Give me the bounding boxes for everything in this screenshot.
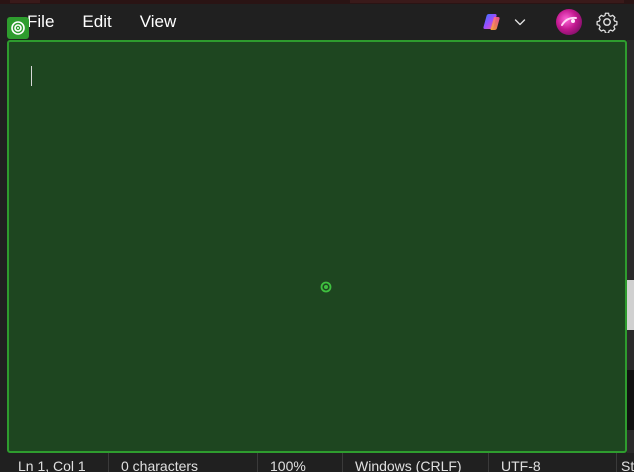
status-bar: Ln 1, Col 1 0 characters 100% Windows (C… (0, 453, 634, 472)
menu-view[interactable]: View (126, 4, 191, 40)
avatar-art-icon (561, 16, 577, 26)
window-edge (627, 40, 634, 460)
tab-edge-left (10, 0, 40, 3)
text-editor-area[interactable] (7, 40, 627, 453)
menu-edit[interactable]: Edit (68, 4, 125, 40)
menu-bar: File Edit View (0, 4, 634, 40)
edge-segment-dark (627, 370, 634, 430)
copilot-icon (483, 14, 500, 30)
notepad-window: File Edit View Ln 1, Col 1 0 characters … (0, 0, 634, 472)
focus-target-icon (7, 17, 29, 39)
target-marker-icon (320, 281, 332, 293)
edge-segment-light (627, 280, 634, 330)
avatar[interactable] (556, 9, 582, 35)
chevron-down-icon (514, 19, 526, 26)
tab-edge-right (350, 0, 624, 3)
gear-icon[interactable] (596, 11, 618, 33)
status-cursor-position[interactable]: Ln 1, Col 1 (0, 453, 108, 472)
status-encoding[interactable]: UTF-8 (488, 453, 616, 472)
status-zoom[interactable]: 100% (257, 453, 342, 472)
text-caret (31, 66, 32, 86)
status-overflow: St (616, 453, 634, 472)
status-line-endings[interactable]: Windows (CRLF) (342, 453, 488, 472)
status-character-count: 0 characters (108, 453, 257, 472)
copilot-button[interactable] (474, 4, 536, 40)
